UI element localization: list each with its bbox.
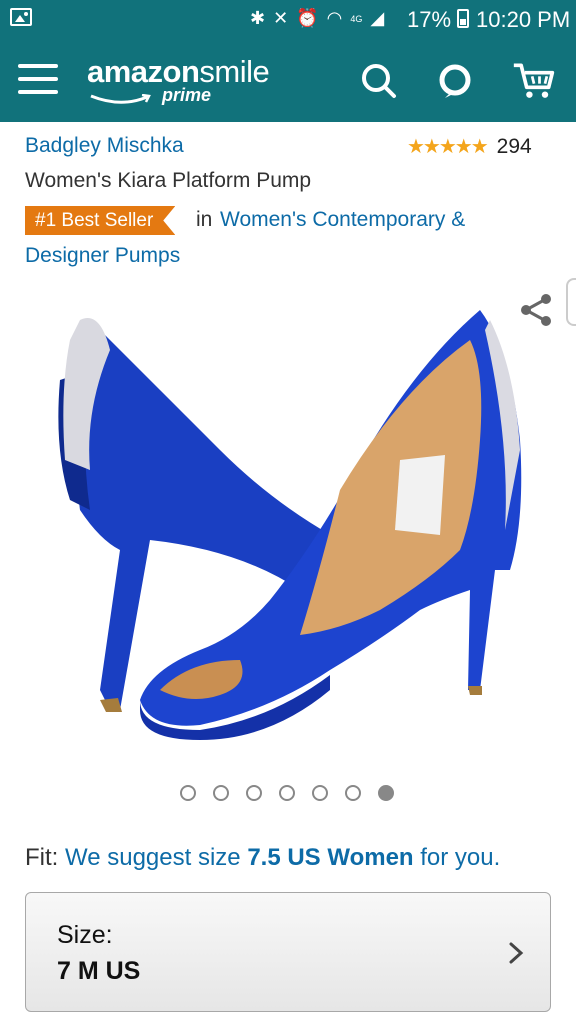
- bluetooth-icon: ✱: [250, 8, 266, 28]
- battery-icon: [457, 9, 469, 28]
- size-selector[interactable]: Size: 7 M US: [25, 892, 551, 1012]
- logo-prime: prime: [162, 85, 212, 105]
- status-icons: ✱ ✕ ⏰ ◠ 4G ◢: [250, 8, 384, 29]
- battery-percent: 17%: [407, 7, 452, 32]
- network-label: 4G: [350, 13, 363, 24]
- menu-icon[interactable]: [18, 62, 58, 96]
- category-link-continued[interactable]: Designer Pumps: [25, 244, 180, 268]
- product-title: Women's Kiara Platform Pump: [25, 169, 312, 192]
- drawer-handle[interactable]: [566, 278, 576, 326]
- gallery-dot[interactable]: [180, 785, 196, 801]
- gallery-dot[interactable]: [279, 785, 295, 801]
- gallery-dot[interactable]: [345, 785, 361, 801]
- size-value: 7 M US: [57, 957, 141, 985]
- app-header: amazonsmile prime: [0, 38, 576, 122]
- fit-suggestion: Fit: We suggest size 7.5 US Women for yo…: [25, 844, 500, 872]
- size-label: Size:: [57, 921, 113, 949]
- star-rating-icon: ★★★★★: [407, 136, 489, 158]
- wifi-icon: ◠: [326, 8, 343, 28]
- cart-icon[interactable]: [512, 58, 556, 102]
- fit-text-before[interactable]: We suggest size: [65, 844, 241, 871]
- gallery-dot-active[interactable]: [378, 785, 394, 801]
- fit-label: Fit:: [25, 844, 59, 871]
- badge-in-text: in: [196, 208, 213, 231]
- status-time: 10:20 PM: [476, 7, 571, 32]
- gallery-dot[interactable]: [213, 785, 229, 801]
- alexa-icon[interactable]: [433, 58, 477, 102]
- product-image[interactable]: [40, 290, 550, 760]
- rating[interactable]: ★★★★★ 294: [407, 134, 532, 159]
- vibrate-icon: ✕: [273, 8, 289, 28]
- fit-text-after[interactable]: for you.: [420, 844, 500, 871]
- category-link[interactable]: Women's Contemporary &: [220, 208, 465, 232]
- gallery-notification-icon: [10, 8, 32, 26]
- logo-smile-text: smile: [199, 54, 270, 89]
- gallery-dot[interactable]: [312, 785, 328, 801]
- signal-icon: ◢: [370, 8, 385, 28]
- rating-count: 294: [496, 134, 532, 158]
- best-seller-badge: #1 Best Seller: [25, 206, 176, 235]
- search-icon[interactable]: [356, 58, 400, 102]
- chevron-right-icon: [509, 942, 524, 964]
- gallery-dot[interactable]: [246, 785, 262, 801]
- gallery-pagination: [180, 785, 394, 801]
- status-bar: ✱ ✕ ⏰ ◠ 4G ◢ 17% 10:20 PM: [0, 0, 576, 38]
- logo-brand: amazon: [87, 54, 200, 89]
- smile-arrow-icon: [90, 94, 151, 104]
- amazon-smile-logo[interactable]: amazonsmile prime: [87, 54, 270, 105]
- alarm-icon: ⏰: [296, 8, 319, 28]
- fit-size[interactable]: 7.5 US Women: [247, 844, 413, 871]
- brand-link[interactable]: Badgley Mischka: [25, 134, 184, 158]
